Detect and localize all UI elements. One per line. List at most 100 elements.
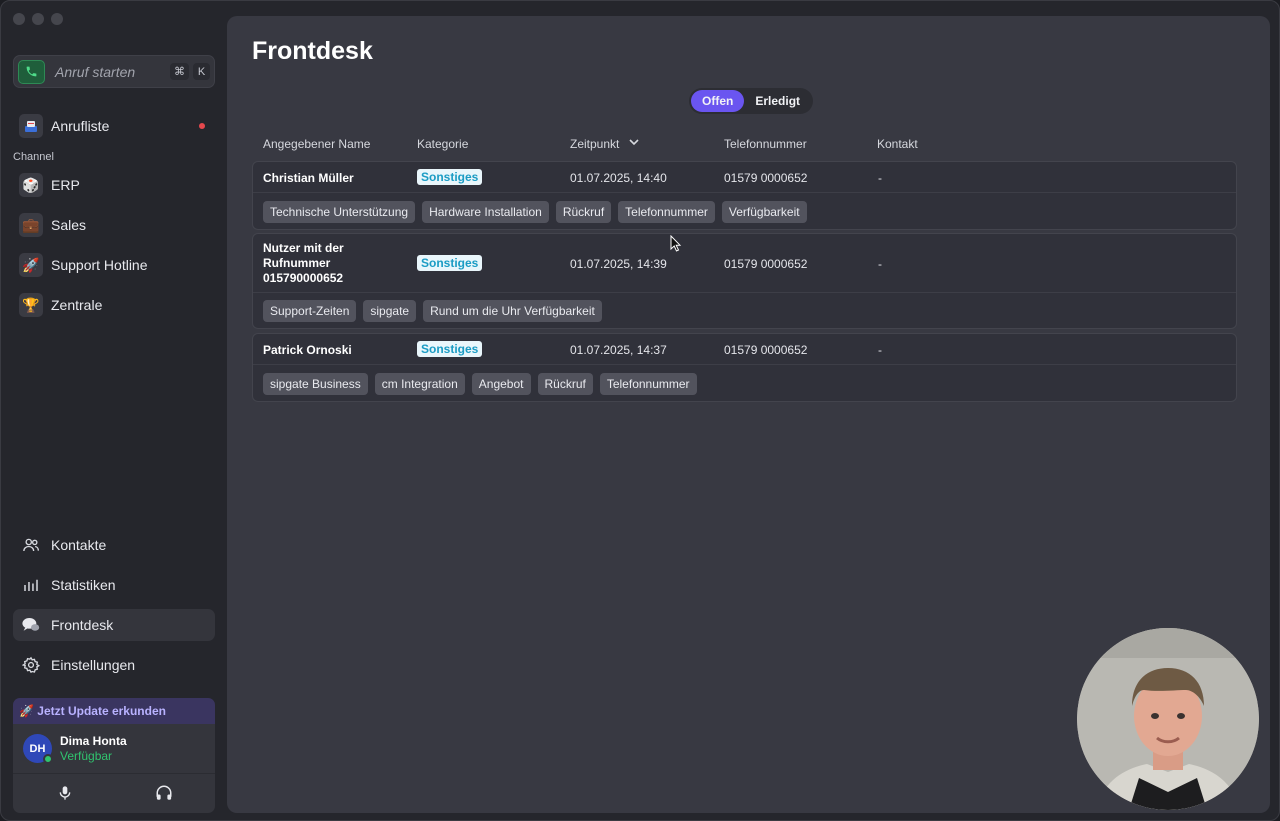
column-header-phone[interactable]: Telefonnummer (724, 137, 807, 151)
chat-bubbles-icon (19, 613, 43, 637)
category-badge: Sonstiges (417, 255, 483, 271)
column-header-time[interactable]: Zeitpunkt (570, 137, 619, 151)
sidebar-item-label: ERP (51, 177, 80, 193)
dice-icon: 🎲 (19, 173, 43, 197)
presence-indicator (43, 754, 53, 764)
table-row[interactable]: Christian Müller Sonstiges 01.07.2025, 1… (252, 161, 1237, 230)
inbox-icon (19, 114, 43, 138)
row-summary: Nutzer mit der Rufnummer 015790000652 So… (253, 234, 1236, 293)
row-summary: Christian Müller Sonstiges 01.07.2025, 1… (253, 162, 1236, 193)
sidebar-item-statistiken[interactable]: Statistiken (13, 569, 215, 601)
table-row[interactable]: Patrick Ornoski Sonstiges 01.07.2025, 14… (252, 333, 1237, 402)
phone-number: 01579 0000652 (724, 171, 808, 185)
sort-chevron-down-icon[interactable] (628, 136, 640, 151)
topic-tag: Telefonnummer (599, 373, 697, 395)
rocket-icon: 🚀 (19, 253, 43, 277)
start-call-input[interactable]: Anruf starten ⌘ K (13, 55, 215, 88)
shortcut-k-key: K (193, 63, 210, 80)
start-call-label: Anruf starten (55, 63, 136, 80)
topic-tag: Rückruf (555, 201, 612, 223)
contact-value: - (878, 171, 882, 185)
topic-tag: Rund um die Uhr Verfügbarkeit (423, 300, 602, 322)
caller-name: Nutzer mit der Rufnummer 015790000652 (263, 241, 344, 286)
bar-chart-icon (19, 573, 43, 597)
microphone-button[interactable] (53, 781, 77, 805)
notification-dot (199, 123, 205, 129)
user-status[interactable]: Verfügbar (60, 749, 112, 763)
webcam-overlay (1077, 628, 1259, 810)
sidebar-item-zentrale[interactable]: 🏆 Zentrale (13, 289, 215, 321)
column-header-name[interactable]: Angegebener Name (263, 137, 370, 151)
channel-section-label: Channel (13, 151, 54, 163)
category-badge: Sonstiges (417, 341, 483, 357)
phone-number: 01579 0000652 (724, 343, 808, 357)
caller-name: Christian Müller (263, 171, 354, 185)
page-title: Frontdesk (252, 37, 373, 65)
update-banner[interactable]: 🚀 Jetzt Update erkunden (13, 698, 215, 724)
shortcut-cmd-key: ⌘ (170, 63, 189, 80)
table-header: Angegebener Name Kategorie Zeitpunkt Tel… (252, 137, 1237, 153)
briefcase-icon: 💼 (19, 213, 43, 237)
sidebar-item-label: Sales (51, 217, 87, 233)
category-badge: Sonstiges (417, 169, 483, 185)
sidebar-item-label: Zentrale (51, 297, 103, 313)
sidebar: Anruf starten ⌘ K Anrufliste Channel 🎲 E… (1, 1, 227, 820)
sidebar-item-label: Statistiken (51, 577, 116, 593)
topic-tag: Technische Unterstützung (263, 201, 416, 223)
tab-erledigt[interactable]: Erledigt (744, 90, 811, 112)
trophy-icon: 🏆 (19, 293, 43, 317)
sidebar-item-anrufliste[interactable]: Anrufliste (13, 110, 215, 142)
tag-list: Technische Unterstützung Hardware Instal… (263, 201, 807, 223)
phone-number: 01579 0000652 (724, 257, 808, 271)
tab-offen[interactable]: Offen (691, 90, 745, 112)
mouse-cursor-icon (670, 234, 682, 257)
user-card: DH Dima Honta Verfügbar (13, 724, 215, 813)
row-summary: Patrick Ornoski Sonstiges 01.07.2025, 14… (253, 334, 1236, 365)
column-header-category[interactable]: Kategorie (417, 137, 468, 151)
user-name: Dima Honta (60, 734, 127, 748)
topic-tag: Support-Zeiten (263, 300, 357, 322)
sidebar-item-label: Einstellungen (51, 657, 136, 673)
sidebar-item-sales[interactable]: 💼 Sales (13, 209, 215, 241)
caller-name-line: Rufnummer (263, 256, 331, 270)
call-time: 01.07.2025, 14:40 (570, 171, 667, 185)
sidebar-item-frontdesk[interactable]: Frontdesk (13, 609, 215, 641)
tag-list: sipgate Business cm Integration Angebot … (263, 373, 697, 395)
sidebar-item-label: Kontakte (51, 537, 107, 553)
call-time: 01.07.2025, 14:39 (570, 257, 667, 271)
headphones-button[interactable] (152, 781, 176, 805)
column-header-contact[interactable]: Kontakt (877, 137, 918, 151)
status-segmented-control: Offen Erledigt (689, 88, 814, 114)
topic-tag: Hardware Installation (422, 201, 549, 223)
topic-tag: sipgate (363, 300, 417, 322)
sidebar-item-support-hotline[interactable]: 🚀 Support Hotline (13, 249, 215, 281)
caller-name: Patrick Ornoski (263, 343, 352, 357)
caller-name-line: Nutzer mit der (263, 241, 344, 255)
topic-tag: Angebot (471, 373, 531, 395)
topic-tag: Verfügbarkeit (721, 201, 807, 223)
gear-icon (19, 653, 43, 677)
presenter-video-image (1077, 628, 1259, 810)
phone-icon (18, 59, 45, 84)
topic-tag: cm Integration (374, 373, 465, 395)
tag-list: Support-Zeiten sipgate Rund um die Uhr V… (263, 300, 602, 322)
topic-tag: Telefonnummer (618, 201, 715, 223)
sidebar-item-erp[interactable]: 🎲 ERP (13, 169, 215, 201)
topic-tag: Rückruf (537, 373, 593, 395)
contact-value: - (878, 343, 882, 357)
sidebar-item-label: Frontdesk (51, 617, 114, 633)
sidebar-item-kontakte[interactable]: Kontakte (13, 529, 215, 561)
topic-tag: sipgate Business (263, 373, 368, 395)
sidebar-item-einstellungen[interactable]: Einstellungen (13, 649, 215, 681)
table-row[interactable]: Nutzer mit der Rufnummer 015790000652 So… (252, 233, 1237, 329)
contact-value: - (878, 257, 882, 271)
microphone-icon (59, 786, 71, 800)
contacts-icon (19, 533, 43, 557)
headphones-icon (156, 785, 172, 800)
app-window: Anruf starten ⌘ K Anrufliste Channel 🎲 E… (0, 0, 1280, 821)
divider (13, 773, 215, 774)
sidebar-item-label: Anrufliste (51, 118, 110, 134)
call-time: 01.07.2025, 14:37 (570, 343, 667, 357)
caller-name-line: 015790000652 (263, 271, 344, 285)
sidebar-item-label: Support Hotline (51, 257, 148, 273)
